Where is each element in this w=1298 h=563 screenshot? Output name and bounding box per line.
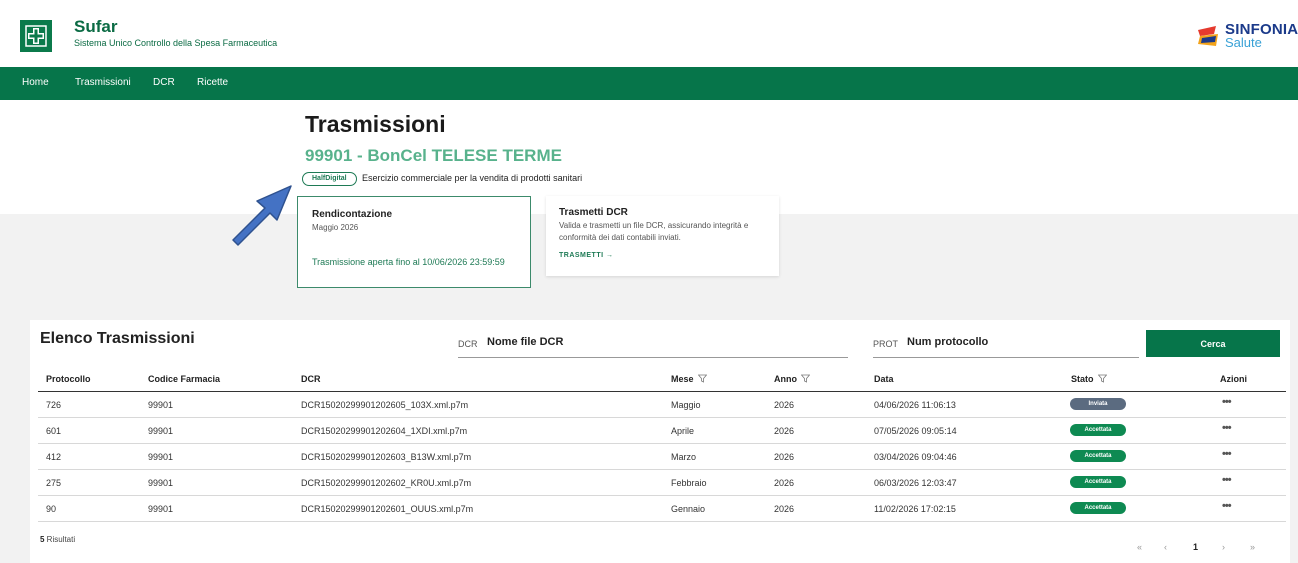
cell-anno: 2026 bbox=[774, 478, 795, 488]
nav-item-trasmissioni[interactable]: Trasmissioni bbox=[75, 77, 131, 88]
cell-protocollo: 275 bbox=[46, 478, 62, 488]
cell-protocollo: 601 bbox=[46, 426, 62, 436]
cell-dcr: DCR15020299901202604_1XDI.xml.p7m bbox=[301, 426, 468, 436]
cell-protocollo: 726 bbox=[46, 400, 62, 410]
nav-item-home[interactable]: Home bbox=[22, 77, 49, 88]
status-badge: Accettata bbox=[1070, 424, 1126, 436]
col-anno: Anno bbox=[774, 374, 797, 384]
table-row[interactable]: 412 99901 DCR15020299901202603_B13W.xml.… bbox=[38, 444, 1286, 470]
cell-mese: Febbraio bbox=[671, 478, 707, 488]
row-actions-icon[interactable]: ••• bbox=[1222, 448, 1232, 460]
page-title: Trasmissioni bbox=[305, 111, 446, 137]
cell-codice: 99901 bbox=[148, 452, 174, 462]
list-title: Elenco Trasmissioni bbox=[40, 330, 195, 347]
main-nav: Home Trasmissioni DCR Ricette bbox=[0, 67, 1298, 100]
pharmacy-name: 99901 - BonCel TELESE TERME bbox=[305, 146, 562, 165]
cell-dcr: DCR15020299901202605_103X.xml.p7m bbox=[301, 400, 469, 410]
sinfonia-logo: SINFONIA Salute bbox=[1196, 20, 1298, 50]
cell-data: 06/03/2026 12:03:47 bbox=[874, 478, 957, 488]
cell-data: 07/05/2026 09:05:14 bbox=[874, 426, 957, 436]
cell-mese: Marzo bbox=[671, 452, 697, 462]
pagination-last-icon[interactable]: » bbox=[1250, 542, 1255, 552]
cell-protocollo: 90 bbox=[46, 504, 57, 514]
mese-filter-icon[interactable] bbox=[697, 374, 707, 383]
sinfonia-mark-icon bbox=[1198, 26, 1218, 46]
table-row[interactable]: 601 99901 DCR15020299901202604_1XDI.xml.… bbox=[38, 418, 1286, 444]
nav-item-ricette[interactable]: Ricette bbox=[197, 77, 228, 88]
cell-dcr: DCR15020299901202601_OUUS.xml.p7m bbox=[301, 504, 474, 514]
cell-mese: Gennaio bbox=[671, 504, 706, 514]
row-actions-icon[interactable]: ••• bbox=[1222, 422, 1232, 434]
cell-dcr: DCR15020299901202603_B13W.xml.p7m bbox=[301, 452, 472, 462]
rendicontazione-period: Maggio 2026 bbox=[312, 223, 359, 232]
trasmetti-link[interactable]: TRASMETTI → bbox=[559, 252, 614, 259]
row-actions-icon[interactable]: ••• bbox=[1222, 500, 1232, 512]
table-row[interactable]: 275 99901 DCR15020299901202602_KR0U.xml.… bbox=[38, 470, 1286, 496]
app-subtitle: Sistema Unico Controllo della Spesa Farm… bbox=[74, 38, 278, 48]
app-title: Sufar bbox=[74, 17, 118, 36]
cell-codice: 99901 bbox=[148, 426, 174, 436]
anno-filter-icon[interactable] bbox=[801, 374, 810, 383]
cell-mese: Aprile bbox=[671, 426, 695, 436]
cell-codice: 99901 bbox=[148, 504, 174, 514]
cell-anno: 2026 bbox=[774, 426, 795, 436]
nav-item-dcr[interactable]: DCR bbox=[153, 77, 175, 88]
rendicontazione-title: Rendicontazione bbox=[312, 209, 393, 220]
status-badge: Inviata bbox=[1070, 398, 1126, 410]
top-header: Sufar Sistema Unico Controllo della Spes… bbox=[0, 0, 1298, 67]
cell-codice: 99901 bbox=[148, 478, 174, 488]
partner-sub: Salute bbox=[1225, 35, 1262, 50]
pagination-prev-icon[interactable]: ‹ bbox=[1164, 542, 1167, 552]
cell-codice: 99901 bbox=[148, 400, 174, 410]
col-anno-header: Anno bbox=[774, 374, 810, 384]
cell-anno: 2026 bbox=[774, 452, 795, 462]
results-label: Risultati bbox=[44, 535, 76, 544]
row-actions-icon[interactable]: ••• bbox=[1222, 474, 1232, 486]
cell-data: 11/02/2026 17:02:15 bbox=[874, 504, 956, 514]
col-azioni: Azioni bbox=[1220, 374, 1247, 384]
cell-anno: 2026 bbox=[774, 504, 795, 514]
prot-search-field: PROT bbox=[873, 330, 1139, 358]
cell-dcr: DCR15020299901202602_KR0U.xml.p7m bbox=[301, 478, 472, 488]
dcr-search-field: DCR bbox=[458, 330, 848, 358]
sufar-logo-icon[interactable] bbox=[20, 20, 52, 52]
pagination-current[interactable]: 1 bbox=[1193, 542, 1198, 552]
cell-data: 03/04/2026 09:04:46 bbox=[874, 452, 957, 462]
dcr-search-prefix: DCR bbox=[458, 339, 478, 349]
results-count: 5 Risultati bbox=[40, 535, 75, 544]
col-stato: Stato bbox=[1071, 374, 1094, 384]
cell-data: 04/06/2026 11:06:13 bbox=[874, 400, 956, 410]
trasmetti-title: Trasmetti DCR bbox=[559, 207, 628, 218]
search-button[interactable]: Cerca bbox=[1146, 330, 1280, 357]
row-actions-icon[interactable]: ••• bbox=[1222, 396, 1232, 408]
dcr-search-input[interactable] bbox=[487, 336, 837, 348]
trasmetti-description: Valida e trasmetti un file DCR, assicura… bbox=[559, 221, 749, 242]
stato-filter-icon[interactable] bbox=[1097, 374, 1107, 383]
cell-protocollo: 412 bbox=[46, 452, 62, 462]
status-badge: Accettata bbox=[1070, 502, 1126, 514]
pagination-first-icon[interactable]: « bbox=[1137, 542, 1142, 552]
table-row[interactable]: 90 99901 DCR15020299901202601_OUUS.xml.p… bbox=[38, 496, 1286, 522]
pharmacy-type-badge: HalfDigital bbox=[302, 172, 357, 186]
col-protocollo: Protocollo bbox=[46, 374, 91, 384]
col-dcr: DCR bbox=[301, 374, 321, 384]
rendicontazione-card[interactable]: Rendicontazione Maggio 2026 Trasmissione… bbox=[297, 196, 531, 288]
pharmacy-description: Esercizio commerciale per la vendita di … bbox=[362, 173, 583, 183]
col-mese: Mese bbox=[671, 374, 694, 384]
cell-mese: Maggio bbox=[671, 400, 701, 410]
trasmetti-card[interactable]: Trasmetti DCR Valida e trasmetti un file… bbox=[546, 196, 779, 276]
prot-search-prefix: PROT bbox=[873, 339, 899, 349]
col-stato-header: Stato bbox=[1071, 374, 1107, 384]
col-data: Data bbox=[874, 374, 894, 384]
prot-search-input[interactable] bbox=[907, 336, 1132, 348]
table-row[interactable]: 726 99901 DCR15020299901202605_103X.xml.… bbox=[38, 392, 1286, 418]
pagination-next-icon[interactable]: › bbox=[1222, 542, 1225, 552]
status-badge: Accettata bbox=[1070, 450, 1126, 462]
status-badge: Accettata bbox=[1070, 476, 1126, 488]
col-mese-header: Mese bbox=[671, 374, 707, 384]
col-codice-farmacia: Codice Farmacia bbox=[148, 374, 221, 384]
cell-anno: 2026 bbox=[774, 400, 795, 410]
rendicontazione-status: Trasmissione aperta fino al 10/06/2026 2… bbox=[312, 257, 505, 267]
annotation-arrow-icon bbox=[232, 185, 292, 246]
